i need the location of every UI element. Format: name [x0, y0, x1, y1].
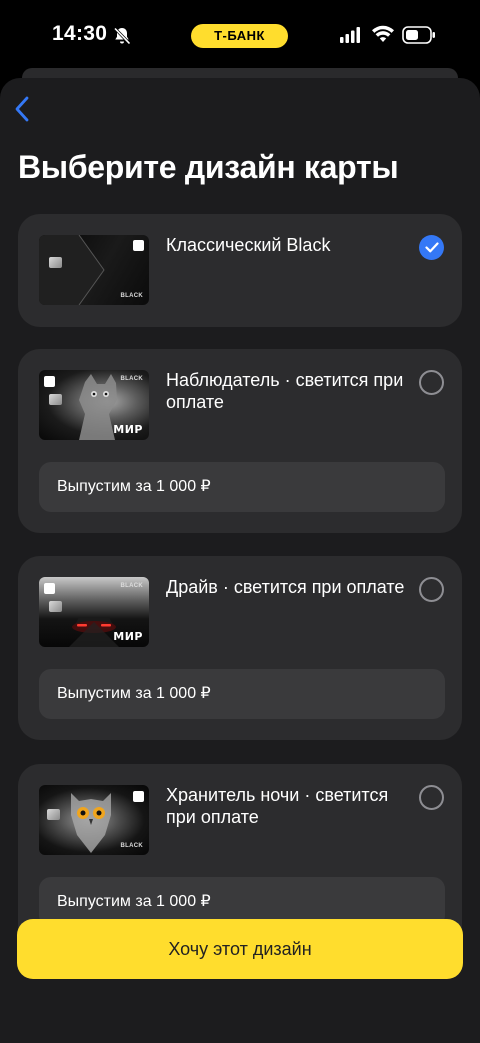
card-brand-label: BLACK — [120, 376, 143, 382]
card-brand-label: BLACK — [120, 293, 143, 299]
page-title: Выберите дизайн карты — [18, 149, 399, 185]
radio-unselected[interactable] — [419, 577, 444, 602]
payment-system-label: МИР — [113, 423, 143, 436]
chevron-left-icon — [15, 96, 29, 122]
payment-system-label: МИР — [113, 630, 143, 643]
card-thumbnail-drive: BLACK МИР — [39, 577, 149, 647]
radio-unselected[interactable] — [419, 785, 444, 810]
card-chip — [49, 601, 62, 612]
bell-slash-icon — [113, 27, 131, 45]
signal-icon — [340, 27, 360, 43]
card-chip — [49, 257, 62, 268]
option-name: Драйв · светится при оплате — [166, 577, 405, 597]
card-brand-label: BLACK — [120, 583, 143, 589]
card-chip — [49, 394, 62, 405]
issue-price: Выпустим за 1 000 ₽ — [39, 669, 445, 719]
issue-price: Выпустим за 1 000 ₽ — [39, 462, 445, 512]
card-thumbnail-observer: BLACK МИР — [39, 370, 149, 440]
bank-logo-icon — [133, 791, 144, 802]
card-chip — [47, 809, 60, 820]
bank-logo-icon — [133, 240, 144, 251]
card-thumbnail-night-keeper: BLACK — [39, 785, 149, 855]
checkmark-icon — [424, 242, 439, 253]
back-button[interactable] — [10, 94, 34, 124]
option-name: Наблюдатель · светится при оплате — [166, 370, 404, 412]
bank-logo-icon — [44, 376, 55, 387]
design-option-drive[interactable]: BLACK МИР Драйв · светится при оплате Вы… — [18, 556, 462, 740]
design-picker-sheet: Выберите дизайн карты BLACK Классический… — [0, 78, 480, 1043]
status-bar: 14:30 Т-БАНК — [0, 0, 480, 70]
status-time: 14:30 — [52, 22, 108, 45]
design-option-observer[interactable]: BLACK МИР Наблюдатель · светится при опл… — [18, 349, 462, 533]
option-name: Хранитель ночи · светится при оплате — [166, 785, 389, 827]
card-thumbnail-classic-black: BLACK — [39, 235, 149, 305]
carrier-badge: Т-БАНК — [191, 24, 288, 48]
battery-icon — [402, 26, 435, 44]
wifi-icon — [372, 25, 394, 42]
choose-design-button[interactable]: Хочу этот дизайн — [17, 919, 463, 979]
option-name: Классический Black — [166, 235, 331, 255]
radio-selected[interactable] — [419, 235, 444, 260]
bank-logo-icon — [44, 583, 55, 594]
radio-unselected[interactable] — [419, 370, 444, 395]
card-brand-label: BLACK — [120, 843, 143, 849]
design-option-classic-black[interactable]: BLACK Классический Black — [18, 214, 462, 327]
